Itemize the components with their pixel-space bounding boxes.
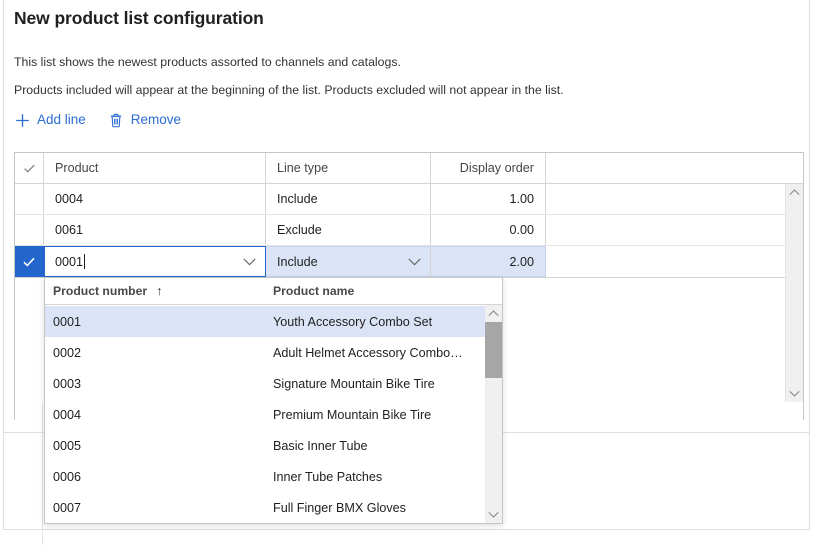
column-header-product[interactable]: Product bbox=[44, 153, 266, 183]
list-item-number: 0001 bbox=[53, 315, 81, 329]
chevron-up-icon[interactable] bbox=[485, 305, 502, 322]
cell-product[interactable]: 0061 bbox=[44, 215, 266, 245]
column-header-line-type[interactable]: Line type bbox=[266, 153, 431, 183]
cell-product[interactable]: 0004 bbox=[44, 184, 266, 214]
trash-icon bbox=[108, 112, 125, 129]
dropdown-column-product-name[interactable]: Product name bbox=[273, 278, 354, 304]
list-item-name: Full Finger BMX Gloves bbox=[273, 501, 406, 515]
remove-label: Remove bbox=[131, 113, 181, 128]
table-row-selected[interactable]: 0001 Include 2.00 bbox=[15, 246, 803, 278]
remove-button[interactable]: Remove bbox=[108, 112, 181, 129]
cell-blank bbox=[546, 184, 804, 214]
scrollbar-thumb[interactable] bbox=[485, 322, 502, 378]
grid-toolbar: Add line Remove bbox=[14, 112, 181, 129]
list-item[interactable]: 0001 Youth Accessory Combo Set bbox=[45, 306, 502, 337]
list-item-name: Signature Mountain Bike Tire bbox=[273, 377, 435, 391]
dropdown-column-product-number-label: Product number bbox=[53, 284, 147, 298]
list-item[interactable]: 0007 Full Finger BMX Gloves bbox=[45, 492, 502, 523]
list-item[interactable]: 0003 Signature Mountain Bike Tire bbox=[45, 368, 502, 399]
plus-icon bbox=[14, 112, 31, 129]
list-item-name: Adult Helmet Accessory Combo… bbox=[273, 346, 463, 360]
list-item-number: 0003 bbox=[53, 377, 81, 391]
add-line-button[interactable]: Add line bbox=[14, 112, 86, 129]
chevron-up-icon[interactable] bbox=[786, 184, 803, 201]
sort-ascending-icon: ↑ bbox=[156, 284, 162, 298]
cell-display-order-active[interactable]: 2.00 bbox=[431, 246, 546, 277]
grid-header-row: Product Line type Display order bbox=[15, 153, 803, 184]
list-item-number: 0005 bbox=[53, 439, 81, 453]
cell-display-order[interactable]: 1.00 bbox=[431, 184, 546, 214]
add-line-label: Add line bbox=[37, 113, 86, 128]
table-row[interactable]: 0004 Include 1.00 bbox=[15, 184, 803, 215]
select-all-checkbox[interactable] bbox=[15, 153, 44, 183]
row-checkbox[interactable] bbox=[15, 215, 44, 245]
chevron-down-icon[interactable] bbox=[786, 385, 803, 402]
list-item-number: 0004 bbox=[53, 408, 81, 422]
product-input-value: 0001 bbox=[55, 255, 83, 269]
window-bottom-border bbox=[4, 529, 810, 530]
description-line-1: This list shows the newest products asso… bbox=[14, 55, 401, 69]
list-item[interactable]: 0006 Inner Tube Patches bbox=[45, 461, 502, 492]
list-item[interactable]: 0004 Premium Mountain Bike Tire bbox=[45, 399, 502, 430]
list-item-number: 0007 bbox=[53, 501, 81, 515]
chevron-down-icon[interactable] bbox=[485, 506, 502, 523]
line-type-value: Include bbox=[277, 255, 318, 269]
dropdown-header-row: Product number ↑ Product name bbox=[45, 278, 502, 305]
cell-line-type-active[interactable]: Include bbox=[266, 246, 431, 277]
product-lookup-dropdown: Product number ↑ Product name 0001 Youth… bbox=[44, 277, 503, 524]
checkmark-icon bbox=[23, 162, 36, 175]
page-title: New product list configuration bbox=[14, 8, 264, 29]
chevron-down-icon[interactable] bbox=[243, 258, 256, 266]
list-item-number: 0002 bbox=[53, 346, 81, 360]
list-item-name: Inner Tube Patches bbox=[273, 470, 382, 484]
cell-line-type[interactable]: Exclude bbox=[266, 215, 431, 245]
cell-line-type[interactable]: Include bbox=[266, 184, 431, 214]
list-item[interactable]: 0005 Basic Inner Tube bbox=[45, 430, 502, 461]
list-item[interactable]: 0002 Adult Helmet Accessory Combo… bbox=[45, 337, 502, 368]
list-item-name: Premium Mountain Bike Tire bbox=[273, 408, 431, 422]
grid-vertical-scrollbar[interactable] bbox=[785, 184, 803, 402]
cell-display-order[interactable]: 0.00 bbox=[431, 215, 546, 245]
list-item-name: Youth Accessory Combo Set bbox=[273, 315, 432, 329]
dropdown-column-product-number[interactable]: Product number ↑ bbox=[53, 278, 162, 304]
cell-blank bbox=[546, 215, 804, 245]
column-header-blank bbox=[546, 153, 804, 183]
text-caret bbox=[84, 254, 85, 269]
dropdown-vertical-scrollbar[interactable] bbox=[485, 305, 502, 523]
description-line-2: Products included will appear at the beg… bbox=[14, 83, 564, 97]
checkmark-icon bbox=[22, 255, 36, 269]
cell-blank bbox=[546, 246, 804, 277]
cell-product-editing[interactable]: 0001 bbox=[44, 246, 266, 277]
table-row[interactable]: 0061 Exclude 0.00 bbox=[15, 215, 803, 246]
row-checkbox[interactable] bbox=[15, 184, 44, 214]
list-item-name: Basic Inner Tube bbox=[273, 439, 368, 453]
list-item-number: 0006 bbox=[53, 470, 81, 484]
row-checkbox-checked[interactable] bbox=[15, 246, 44, 277]
column-header-display-order[interactable]: Display order bbox=[431, 153, 546, 183]
grid-empty-checkbox-column bbox=[15, 403, 43, 545]
chevron-down-icon[interactable] bbox=[408, 258, 421, 266]
